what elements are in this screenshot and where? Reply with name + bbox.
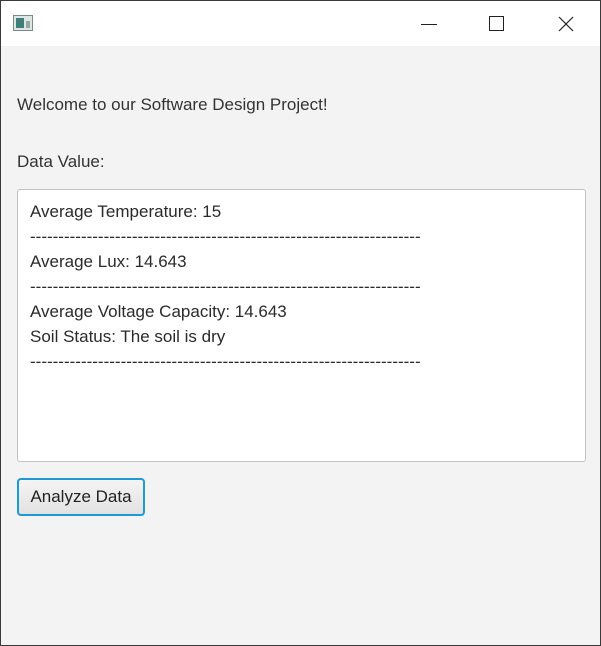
maximize-icon (488, 16, 504, 31)
analyze-data-button[interactable]: Analyze Data (17, 478, 145, 516)
data-line-voltage: Average Voltage Capacity: 14.643 (30, 302, 287, 321)
data-separator: ----------------------------------------… (30, 277, 421, 296)
java-app-icon (13, 15, 33, 31)
data-separator: ----------------------------------------… (30, 227, 421, 246)
maximize-button[interactable] (462, 1, 530, 46)
minimize-button[interactable] (395, 1, 463, 46)
data-value-label: Data Value: (17, 152, 105, 171)
welcome-text: Welcome to our Software Design Project! (17, 95, 328, 114)
data-separator: ----------------------------------------… (30, 352, 421, 371)
close-button[interactable] (532, 1, 600, 46)
title-bar[interactable] (1, 1, 600, 46)
minimize-icon (421, 23, 437, 25)
data-line-soil-status: Soil Status: The soil is dry (30, 327, 226, 346)
data-line-temperature: Average Temperature: 15 (30, 202, 222, 221)
main-content: Welcome to our Software Design Project! … (1, 46, 600, 645)
data-line-lux: Average Lux: 14.643 (30, 252, 187, 271)
close-icon (558, 16, 574, 31)
data-output-textarea[interactable]: Average Temperature: 15 ----------------… (17, 189, 586, 462)
app-window: Welcome to our Software Design Project! … (0, 0, 601, 646)
